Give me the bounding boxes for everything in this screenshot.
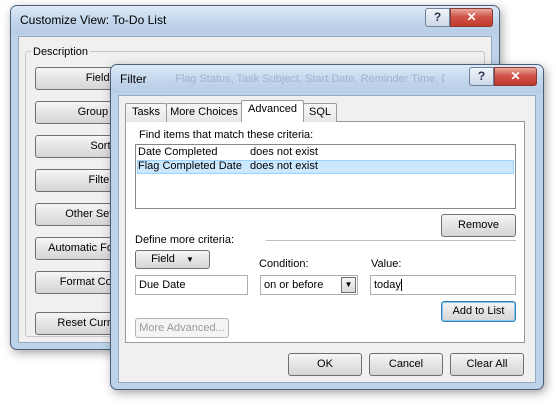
condition-select[interactable]: on or before ▼ bbox=[260, 275, 358, 295]
customize-view-title: Customize View: To-Do List bbox=[20, 13, 167, 27]
cancel-button[interactable]: Cancel bbox=[369, 353, 443, 376]
close-button[interactable]: ✕ bbox=[450, 8, 493, 27]
tab-sql[interactable]: SQL bbox=[303, 103, 337, 122]
value-label: Value: bbox=[371, 258, 402, 270]
ok-button[interactable]: OK bbox=[288, 353, 362, 376]
condition-select-value: on or before bbox=[264, 279, 324, 291]
add-to-list-button[interactable]: Add to List bbox=[441, 301, 516, 322]
define-separator bbox=[266, 240, 516, 241]
field-dropdown-button[interactable]: Field ▼ bbox=[135, 250, 210, 269]
filter-tabstrip: Tasks More Choices Advanced SQL bbox=[125, 100, 545, 122]
criteria-row[interactable]: Date Completed does not exist bbox=[137, 146, 514, 160]
criteria-condition: does not exist bbox=[250, 160, 318, 172]
customize-view-titlebar[interactable]: Customize View: To-Do List ? ✕ bbox=[11, 6, 499, 34]
criteria-condition: does not exist bbox=[250, 146, 318, 158]
advanced-tab-panel: Find items that match these criteria: Da… bbox=[125, 121, 525, 343]
clear-all-button[interactable]: Clear All bbox=[450, 353, 524, 376]
filter-help-button[interactable]: ? bbox=[469, 67, 494, 86]
field-button-label: Field bbox=[151, 253, 175, 265]
value-input-text: today bbox=[374, 279, 401, 291]
define-more-criteria-label: Define more criteria: bbox=[135, 234, 235, 246]
criteria-row-selected[interactable]: Flag Completed Date does not exist bbox=[137, 160, 514, 174]
condition-label: Condition: bbox=[259, 258, 309, 270]
value-input[interactable]: today bbox=[370, 275, 516, 295]
more-advanced-button: More Advanced... bbox=[135, 318, 229, 338]
tab-advanced[interactable]: Advanced bbox=[241, 100, 304, 122]
remove-button[interactable]: Remove bbox=[441, 214, 516, 237]
filter-title: Filter bbox=[120, 72, 147, 86]
chevron-down-icon: ▼ bbox=[185, 255, 194, 264]
tab-more-choices[interactable]: More Choices bbox=[166, 103, 242, 122]
criteria-heading: Find items that match these criteria: bbox=[139, 129, 314, 141]
criteria-list[interactable]: Date Completed does not exist Flag Compl… bbox=[135, 144, 516, 209]
filter-titlebar[interactable]: Filter Flag Status, Task Subject, Start … bbox=[111, 65, 543, 93]
chevron-down-icon[interactable]: ▼ bbox=[341, 277, 356, 293]
tab-tasks[interactable]: Tasks bbox=[125, 103, 167, 122]
description-preview-text: Flag Status, Task Subject, Start Date, R… bbox=[175, 73, 445, 85]
text-cursor bbox=[400, 279, 402, 292]
description-group-label: Description bbox=[31, 46, 91, 58]
field-name-display: Due Date bbox=[135, 275, 248, 295]
criteria-field: Date Completed bbox=[138, 146, 218, 158]
criteria-field: Flag Completed Date bbox=[138, 160, 242, 172]
help-button[interactable]: ? bbox=[425, 8, 450, 27]
filter-close-button[interactable]: ✕ bbox=[494, 67, 537, 86]
